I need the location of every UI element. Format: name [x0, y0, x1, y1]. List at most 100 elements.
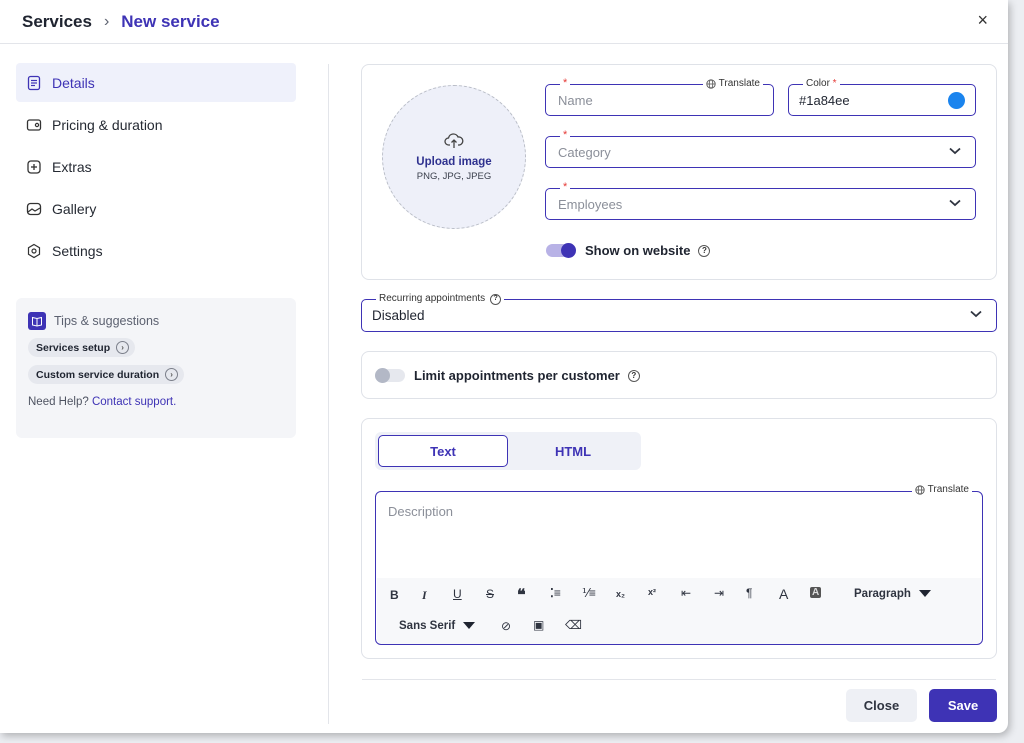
- breadcrumb-current: New service: [121, 12, 220, 31]
- chevron-down-icon: [970, 310, 982, 318]
- employees-placeholder: Employees: [558, 197, 623, 212]
- tab-text[interactable]: Text: [378, 435, 508, 467]
- strikethrough-icon[interactable]: S: [486, 587, 494, 601]
- tips-title: Tips & suggestions: [28, 312, 284, 330]
- contact-support-link[interactable]: Contact support.: [92, 396, 176, 408]
- breadcrumb-services[interactable]: Services: [22, 12, 92, 32]
- sidebar-nav: Details Pricing & duration Extras Galler…: [16, 63, 296, 273]
- insert-image-icon[interactable]: ▣: [533, 618, 544, 632]
- toggle-knob: [561, 243, 576, 258]
- translate-link[interactable]: Translate: [911, 484, 972, 495]
- background-color-icon[interactable]: A: [810, 587, 822, 598]
- description-placeholder: Description: [388, 504, 454, 519]
- underline-icon[interactable]: U: [453, 587, 462, 601]
- info-icon[interactable]: ?: [490, 293, 502, 305]
- sidebar-item-label: Pricing & duration: [52, 116, 163, 133]
- font-family-select[interactable]: Sans Serif: [399, 620, 476, 632]
- paragraph-select[interactable]: Paragraph: [854, 588, 931, 600]
- help-text: Need Help? Contact support.: [28, 396, 284, 408]
- document-icon: [27, 75, 41, 90]
- upload-image-title: Upload image: [416, 156, 492, 168]
- globe-icon: [706, 79, 716, 89]
- color-label: Color *: [803, 77, 840, 91]
- italic-icon[interactable]: I: [422, 588, 427, 603]
- required-asterisk: *: [560, 76, 571, 90]
- globe-icon: [915, 484, 925, 495]
- font-color-icon[interactable]: A: [779, 586, 788, 602]
- tip-chip-services-setup[interactable]: Services setup ›: [28, 338, 136, 357]
- sidebar-item-pricing[interactable]: Pricing & duration: [16, 105, 296, 144]
- wallet-icon: [26, 118, 42, 131]
- paragraph-label: Paragraph: [854, 588, 911, 600]
- chevron-down-icon: [949, 147, 961, 155]
- gear-icon: [27, 243, 41, 258]
- recurring-appointments-select[interactable]: Recurring appointments ? Disabled: [361, 292, 997, 332]
- sidebar-item-gallery[interactable]: Gallery: [16, 189, 296, 228]
- text-direction-icon[interactable]: ¶: [746, 586, 752, 600]
- sidebar-item-extras[interactable]: Extras: [16, 147, 296, 186]
- font-family-label: Sans Serif: [399, 620, 456, 632]
- clear-format-icon[interactable]: ⌫: [565, 618, 582, 632]
- sidebar-item-settings[interactable]: Settings: [16, 231, 296, 270]
- bold-icon[interactable]: B: [390, 588, 399, 602]
- caret-down-icon: [463, 622, 476, 629]
- upload-image-dropzone[interactable]: Upload image PNG, JPG, JPEG: [382, 85, 526, 229]
- category-select[interactable]: * Category: [545, 128, 976, 168]
- sidebar-divider: [328, 64, 329, 724]
- info-icon[interactable]: ?: [627, 369, 640, 382]
- image-icon: [26, 202, 42, 215]
- color-label-text: Color: [806, 78, 830, 89]
- tips-panel: Tips & suggestions Services setup › Custo…: [16, 298, 296, 438]
- tips-title-text: Tips & suggestions: [54, 314, 160, 328]
- subscript-icon[interactable]: x₂: [616, 589, 625, 599]
- book-icon: [28, 312, 46, 330]
- name-field[interactable]: * Translate Name: [545, 76, 774, 116]
- editor-toolbar: B I U S ❝ ⁚≡ ⅟≡ x₂ x² ⇤ ⇥ ¶ A A Paragrap…: [377, 578, 981, 644]
- save-button[interactable]: Save: [929, 689, 997, 722]
- limit-appointments-toggle[interactable]: [375, 368, 405, 383]
- close-button[interactable]: Close: [846, 689, 917, 722]
- footer-divider: [362, 679, 996, 680]
- bullet-list-icon[interactable]: ⁚≡: [550, 586, 561, 600]
- recurring-legend: Recurring appointments ?: [376, 292, 505, 306]
- caret-down-icon: [918, 590, 931, 597]
- cloud-upload-icon: [444, 133, 464, 148]
- color-field[interactable]: Color * #1a84ee: [788, 77, 976, 116]
- show-on-website-toggle[interactable]: [546, 243, 576, 258]
- tab-html[interactable]: HTML: [508, 435, 638, 467]
- upload-image-formats: PNG, JPG, JPEG: [416, 171, 492, 182]
- color-value: #1a84ee: [799, 93, 850, 108]
- link-icon[interactable]: ⊘: [501, 619, 511, 633]
- sidebar-item-label: Extras: [52, 158, 92, 175]
- chevron-down-icon: [949, 199, 961, 207]
- editor-mode-switch: Text HTML: [375, 432, 641, 470]
- ordered-list-icon[interactable]: ⅟≡: [582, 586, 596, 600]
- tip-chip-custom-duration[interactable]: Custom service duration ›: [28, 365, 185, 384]
- toggle-knob: [375, 368, 390, 383]
- description-editor[interactable]: Translate Description B I U S ❝ ⁚≡ ⅟≡ x₂…: [375, 484, 983, 645]
- show-on-website-label: Show on website ?: [585, 243, 711, 258]
- color-swatch[interactable]: [948, 92, 965, 109]
- name-placeholder: Name: [558, 93, 593, 108]
- chevron-right-icon: ›: [116, 341, 130, 354]
- close-icon[interactable]: ×: [977, 10, 988, 31]
- required-asterisk: *: [829, 78, 837, 89]
- employees-select[interactable]: * Employees: [545, 180, 976, 220]
- limit-appointments-label: Limit appointments per customer ?: [414, 368, 640, 383]
- sidebar-item-details[interactable]: Details: [16, 63, 296, 102]
- sidebar-item-label: Settings: [52, 242, 103, 259]
- tip-chip-label: Services setup: [36, 341, 111, 354]
- superscript-icon[interactable]: x²: [648, 587, 656, 597]
- tip-chip-label: Custom service duration: [36, 368, 160, 381]
- category-placeholder: Category: [558, 145, 611, 160]
- translate-link[interactable]: Translate: [702, 77, 763, 91]
- new-service-modal: Services › New service × Details Pricing…: [0, 0, 1008, 733]
- info-icon[interactable]: ?: [698, 244, 711, 257]
- indent-icon[interactable]: ⇥: [714, 586, 724, 600]
- plus-box-icon: [27, 159, 41, 174]
- outdent-icon[interactable]: ⇤: [681, 586, 691, 600]
- translate-label: Translate: [927, 484, 969, 495]
- required-asterisk: *: [560, 128, 571, 142]
- translate-label: Translate: [718, 78, 760, 89]
- blockquote-icon[interactable]: ❝: [517, 585, 526, 605]
